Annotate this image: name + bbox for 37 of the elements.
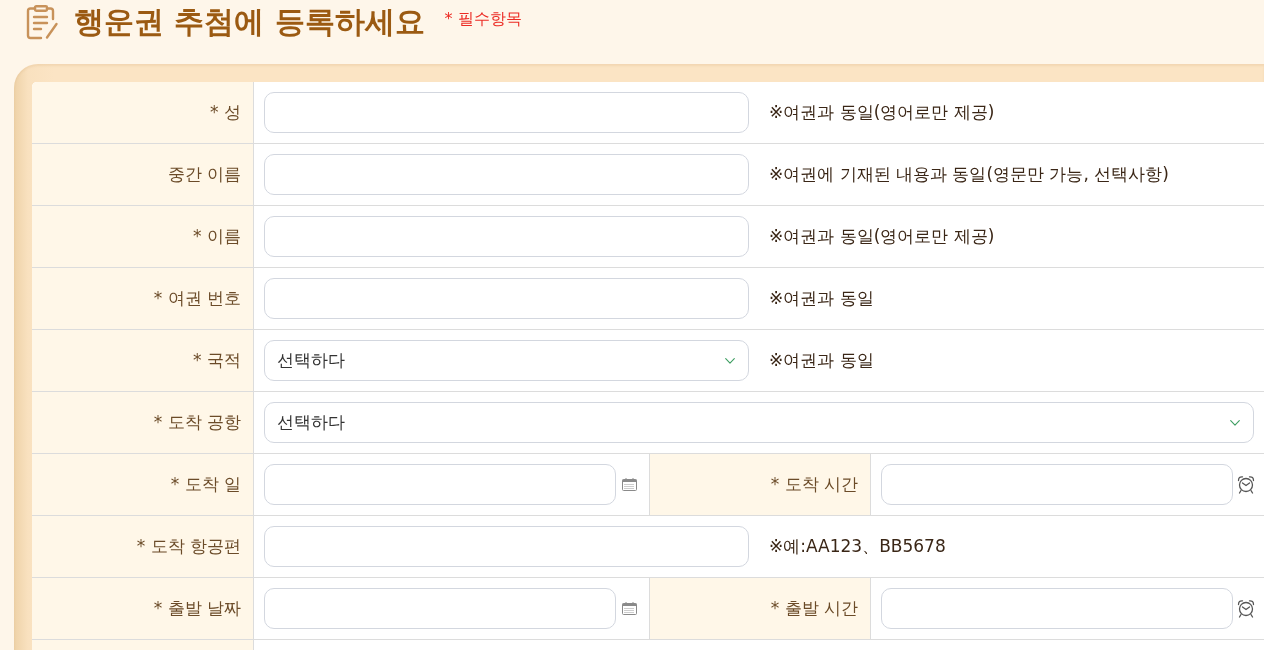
date-input-field[interactable] xyxy=(264,464,616,505)
date-input-field[interactable] xyxy=(264,588,616,629)
input-field[interactable] xyxy=(264,216,749,257)
field-label: * 도착 공항 xyxy=(153,411,241,434)
field-hint: ※여권과 동일(영어로만 제공) xyxy=(769,101,995,124)
calendar-icon[interactable] xyxy=(622,478,637,491)
input-field[interactable] xyxy=(264,278,749,319)
input-field[interactable] xyxy=(264,526,749,567)
time-input-field[interactable] xyxy=(881,464,1233,505)
field-label: * 여권 번호 xyxy=(153,287,241,310)
field-label: * 도착 일 xyxy=(170,473,241,496)
field-label: * 국적 xyxy=(193,349,241,372)
select-dropdown[interactable]: 선택하다 xyxy=(264,340,749,381)
required-note: * 필수항목 xyxy=(444,9,522,30)
field-label: * 이름 xyxy=(193,225,241,248)
alarm-clock-icon[interactable] xyxy=(1237,599,1255,618)
chevron-down-icon xyxy=(1230,419,1240,426)
field-hint: ※예:AA123、BB5678 xyxy=(769,535,946,558)
page-title: 행운권 추첨에 등록하세요 xyxy=(74,3,425,41)
field-hint: ※여권과 동일(영어로만 제공) xyxy=(769,225,995,248)
field-label: * 성 xyxy=(210,101,241,124)
field-label: * 도착 항공편 xyxy=(136,535,241,558)
field-hint: ※여권과 동일 xyxy=(769,349,874,372)
field-label: * 출발 날짜 xyxy=(153,597,241,620)
field-label: 중간 이름 xyxy=(167,163,241,186)
field-label: * 도착 시간 xyxy=(770,473,858,496)
input-field[interactable] xyxy=(264,92,749,133)
alarm-clock-icon[interactable] xyxy=(1237,475,1255,494)
calendar-icon[interactable] xyxy=(622,602,637,615)
chevron-down-icon xyxy=(725,357,735,364)
field-label: * 출발 시간 xyxy=(770,597,858,620)
time-input-field[interactable] xyxy=(881,588,1233,629)
field-hint: ※여권에 기재된 내용과 동일(영문만 가능, 선택사항) xyxy=(769,163,1169,186)
field-hint: ※여권과 동일 xyxy=(769,287,874,310)
select-dropdown[interactable]: 선택하다 xyxy=(264,402,1254,443)
clipboard-icon xyxy=(26,5,59,40)
input-field[interactable] xyxy=(264,154,749,195)
